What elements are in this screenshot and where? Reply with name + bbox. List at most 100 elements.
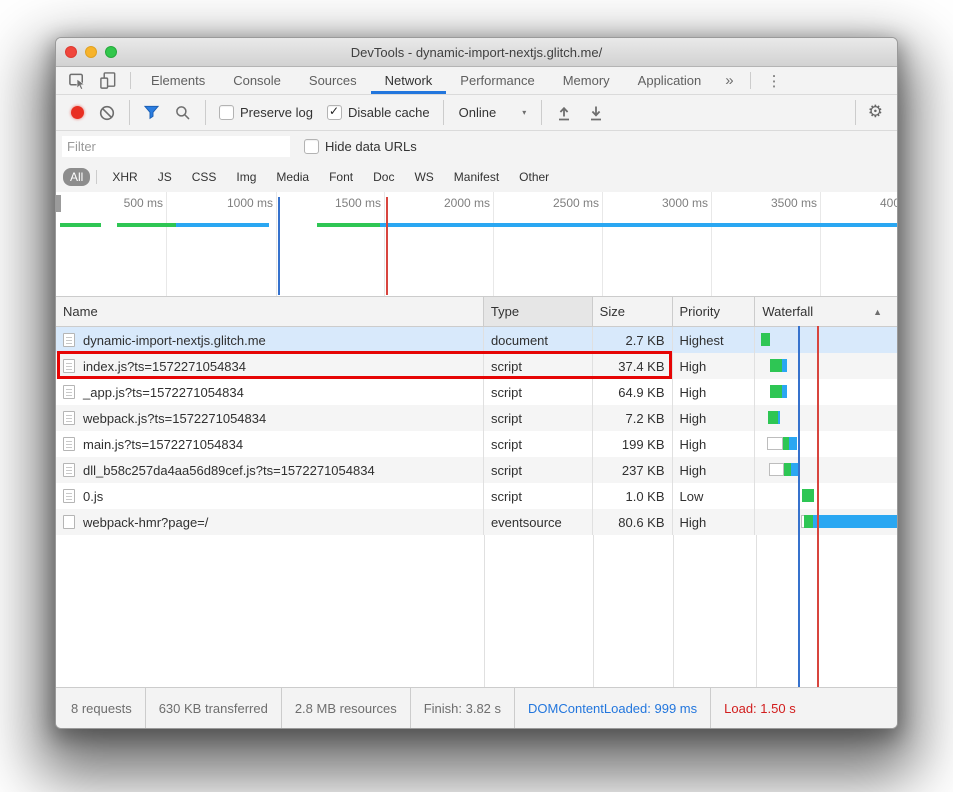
column-header-waterfall[interactable]: Waterfall▲ xyxy=(755,297,897,326)
devtools-tab-bar: ElementsConsoleSourcesNetworkPerformance… xyxy=(56,67,897,95)
pill-img[interactable]: Img xyxy=(229,168,263,186)
inspect-element-button[interactable] xyxy=(62,67,93,94)
filter-toggle-button[interactable] xyxy=(136,95,167,130)
record-network-log-button[interactable] xyxy=(64,95,91,130)
funnel-icon xyxy=(143,104,160,121)
tab-application[interactable]: Application xyxy=(624,67,716,94)
column-header-name[interactable]: Name xyxy=(56,297,484,326)
waterfall-cell xyxy=(755,353,897,379)
device-toolbar-button[interactable] xyxy=(93,67,124,94)
column-separator xyxy=(593,535,594,687)
page-background: DevTools - dynamic-import-nextjs.glitch.… xyxy=(0,0,953,792)
network-request-row[interactable]: index.js?ts=1572271054834script37.4 KBHi… xyxy=(56,353,897,379)
column-header-label: Priority xyxy=(680,304,720,319)
network-request-row[interactable]: main.js?ts=1572271054834script199 KBHigh xyxy=(56,431,897,457)
minimize-window-button[interactable] xyxy=(85,46,97,58)
type-cell: script xyxy=(484,379,593,405)
priority-cell: High xyxy=(673,509,756,535)
search-button[interactable] xyxy=(167,95,199,130)
divider xyxy=(443,100,444,125)
export-har-button[interactable] xyxy=(580,95,612,130)
tab-elements[interactable]: Elements xyxy=(137,67,219,94)
network-request-row[interactable]: dynamic-import-nextjs.glitch.medocument2… xyxy=(56,327,897,353)
pill-css[interactable]: CSS xyxy=(185,168,224,186)
tab-console[interactable]: Console xyxy=(219,67,295,94)
inspect-cursor-icon xyxy=(68,71,87,90)
devtools-window: DevTools - dynamic-import-nextjs.glitch.… xyxy=(55,37,898,729)
pill-ws[interactable]: WS xyxy=(407,168,440,186)
waterfall-cell xyxy=(755,379,897,405)
size-cell: 80.6 KB xyxy=(593,509,673,535)
overview-tick-label: 2000 ms xyxy=(420,196,490,210)
tab-performance[interactable]: Performance xyxy=(446,67,548,94)
document-icon xyxy=(63,489,75,503)
pill-manifest[interactable]: Manifest xyxy=(447,168,506,186)
network-request-row[interactable]: 0.jsscript1.0 KBLow xyxy=(56,483,897,509)
waterfall-bar-green xyxy=(804,515,813,528)
pill-other[interactable]: Other xyxy=(512,168,556,186)
priority-cell: Highest xyxy=(673,327,756,353)
table-empty-area xyxy=(56,535,897,687)
status-item: 2.8 MB resources xyxy=(281,688,410,728)
throttling-dropdown[interactable]: Online ▾ xyxy=(450,105,536,120)
pill-js[interactable]: JS xyxy=(151,168,179,186)
overview-gridline xyxy=(820,192,821,296)
waterfall-bar-cyan xyxy=(789,437,797,450)
overview-tick-label: 4000 ms xyxy=(856,196,897,210)
column-header-size[interactable]: Size xyxy=(593,297,673,326)
clear-network-log-button[interactable] xyxy=(91,95,123,130)
waterfall-cell xyxy=(755,431,897,457)
request-name: webpack-hmr?page=/ xyxy=(83,515,208,530)
tab-network[interactable]: Network xyxy=(371,67,447,94)
request-name: 0.js xyxy=(83,489,103,504)
size-cell: 1.0 KB xyxy=(593,483,673,509)
network-request-row[interactable]: dll_b58c257da4aa56d89cef.js?ts=157227105… xyxy=(56,457,897,483)
close-window-button[interactable] xyxy=(65,46,77,58)
column-header-type[interactable]: Type xyxy=(484,297,593,326)
preserve-log-checkbox[interactable]: Preserve log xyxy=(212,105,320,120)
waterfall-bar-cyan xyxy=(791,463,798,476)
overview-activity-bar xyxy=(380,223,897,227)
waterfall-bar-green xyxy=(784,463,791,476)
waterfall-bar-green xyxy=(770,385,782,398)
priority-cell: High xyxy=(673,353,756,379)
column-header-label: Name xyxy=(63,304,98,319)
column-header-label: Size xyxy=(600,304,625,319)
overview-scroll-grip[interactable] xyxy=(56,195,61,212)
tab-sources[interactable]: Sources xyxy=(295,67,371,94)
status-item: Finish: 3.82 s xyxy=(410,688,514,728)
network-request-row[interactable]: webpack.js?ts=1572271054834script7.2 KBH… xyxy=(56,405,897,431)
size-cell: 64.9 KB xyxy=(593,379,673,405)
checkbox-icon xyxy=(219,105,234,120)
tab-memory[interactable]: Memory xyxy=(549,67,624,94)
overview-gridline xyxy=(384,192,385,296)
device-toolbar-icon xyxy=(99,71,118,90)
download-icon xyxy=(587,104,605,122)
column-header-priority[interactable]: Priority xyxy=(673,297,756,326)
pill-all[interactable]: All xyxy=(63,168,90,186)
pill-xhr[interactable]: XHR xyxy=(105,168,144,186)
waterfall-bar-green xyxy=(761,333,770,346)
pill-font[interactable]: Font xyxy=(322,168,360,186)
status-item: DOMContentLoaded: 999 ms xyxy=(514,688,710,728)
import-har-button[interactable] xyxy=(548,95,580,130)
hide-data-urls-checkbox[interactable]: Hide data URLs xyxy=(304,139,417,154)
request-name: main.js?ts=1572271054834 xyxy=(83,437,243,452)
priority-cell: High xyxy=(673,405,756,431)
devtools-menu-button[interactable]: ⋮ xyxy=(757,67,792,94)
more-tabs-button[interactable]: » xyxy=(715,67,743,94)
network-requests-table: Name Type Size Priority Waterfall▲ dynamic-i… xyxy=(56,297,897,687)
overview-tick-label: 500 ms xyxy=(93,196,163,210)
overview-activity-bar xyxy=(60,223,101,227)
settings-gear-icon[interactable]: ⚙ xyxy=(862,104,889,121)
pill-doc[interactable]: Doc xyxy=(366,168,401,186)
disable-cache-checkbox[interactable]: Disable cache xyxy=(320,105,437,120)
zoom-window-button[interactable] xyxy=(105,46,117,58)
network-overview-timeline[interactable]: 500 ms1000 ms1500 ms2000 ms2500 ms3000 m… xyxy=(56,192,897,297)
network-request-row[interactable]: _app.js?ts=1572271054834script64.9 KBHig… xyxy=(56,379,897,405)
priority-cell: High xyxy=(673,457,756,483)
pill-media[interactable]: Media xyxy=(269,168,316,186)
network-request-row[interactable]: webpack-hmr?page=/eventsource80.6 KBHigh xyxy=(56,509,897,535)
filter-input[interactable] xyxy=(62,136,290,157)
disable-cache-label: Disable cache xyxy=(348,105,430,120)
